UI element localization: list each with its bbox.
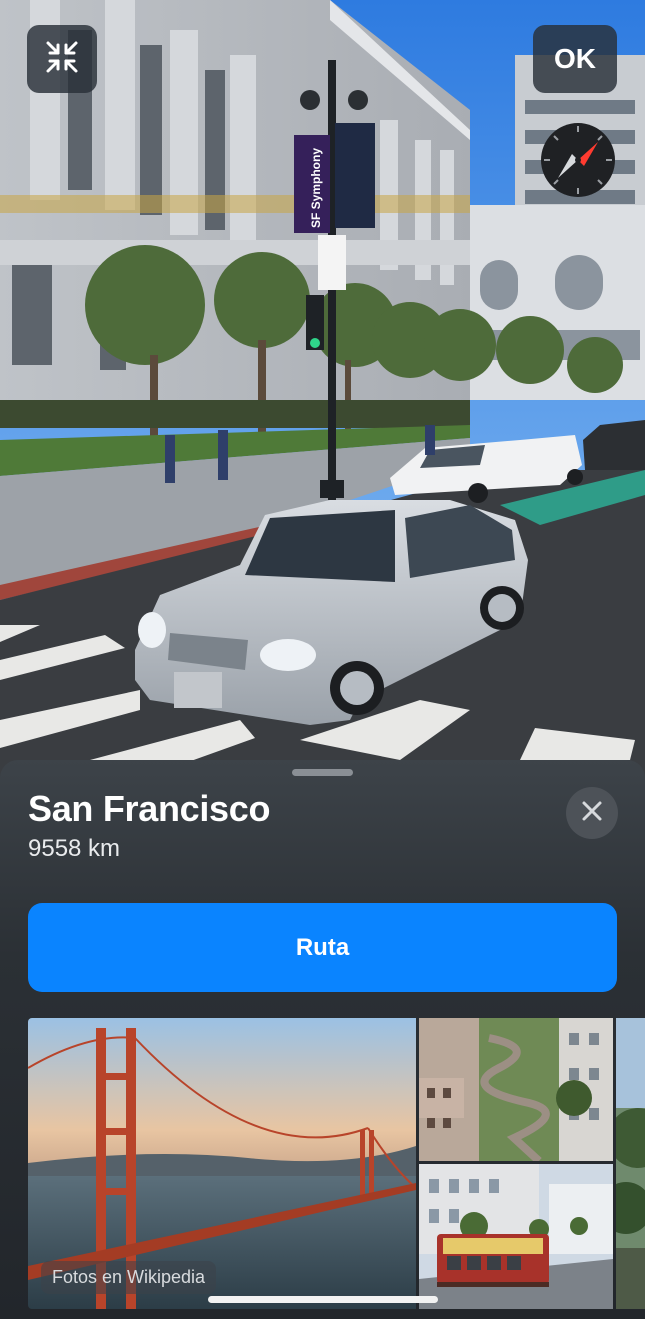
place-card: San Francisco 9558 km Ruta Fotos en Wiki… [0,760,645,1319]
cable-car-photo[interactable] [419,1164,613,1309]
sheet-grabber[interactable] [292,769,353,776]
ok-button[interactable]: OK [533,25,617,93]
compass-icon[interactable] [540,122,616,198]
place-distance: 9558 km [28,835,121,862]
lombard-street-photo[interactable] [419,1018,613,1161]
golden-gate-photo[interactable]: Fotos en Wikipedia [28,1018,416,1309]
tree-photo[interactable] [616,1018,645,1309]
home-indicator [208,1296,438,1303]
close-icon [581,800,603,827]
route-button[interactable]: Ruta [28,903,617,992]
symphony-banner-text: SF Symphony [309,148,323,228]
place-title: San Francisco [28,788,271,829]
close-button[interactable] [566,787,618,839]
photo-gallery[interactable]: Fotos en Wikipedia [28,1018,645,1309]
look-around-view[interactable]: SF Symphony [0,0,645,790]
arrows-in-icon [45,40,79,79]
photo-source-label[interactable]: Fotos en Wikipedia [41,1261,217,1294]
collapse-button[interactable] [27,25,97,93]
